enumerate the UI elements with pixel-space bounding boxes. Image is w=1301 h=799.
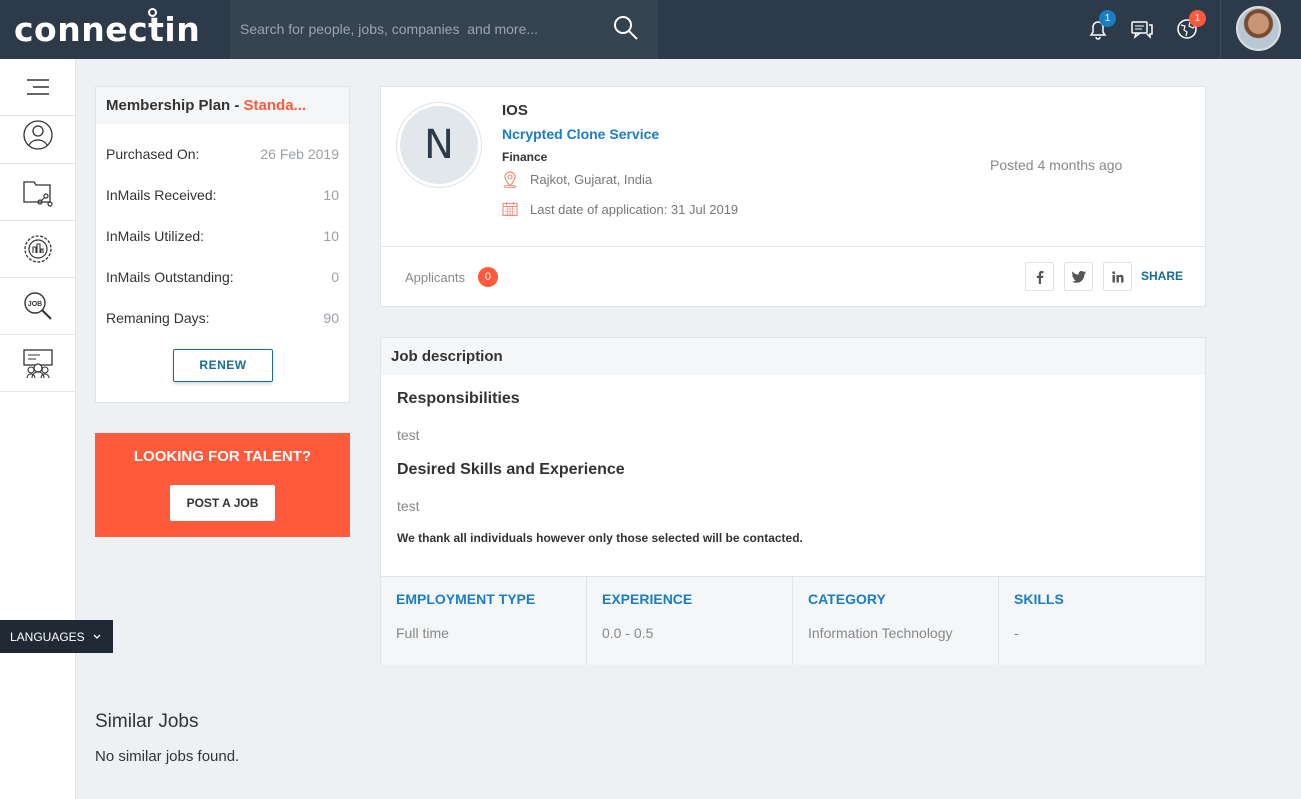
job-search-icon: JOB (23, 292, 52, 320)
membership-label: Membership Plan - (106, 97, 244, 114)
row-key: Remaning Days: (106, 310, 210, 326)
row-value: 10 (323, 228, 339, 244)
company-link[interactable]: Ncrypted Clone Service (502, 126, 659, 142)
membership-plan[interactable]: Standa... (244, 97, 307, 114)
membership-row: Remaning Days: 90 (106, 310, 339, 330)
row-key: Purchased On: (106, 146, 200, 162)
detail-value: Information Technology (808, 625, 953, 641)
search-input[interactable] (240, 16, 600, 42)
top-navbar: connectin 1 1 (0, 0, 1301, 59)
logo-text: connectin (14, 10, 201, 49)
sidebar-item-company[interactable] (0, 221, 75, 278)
talent-title: LOOKING FOR TALENT? (133, 448, 312, 465)
row-key: InMails Utilized: (106, 228, 205, 244)
linkedin-share-button[interactable] (1103, 262, 1132, 291)
logo-dot (148, 8, 157, 17)
chevron-down-icon (93, 634, 101, 639)
job-header-card: N IOS Ncrypted Clone Service Finance Raj… (380, 86, 1206, 307)
membership-row: InMails Received: 10 (106, 187, 339, 207)
detail-category: CATEGORY Information Technology (793, 577, 999, 665)
logo[interactable]: connectin (14, 8, 201, 49)
notifications-badge: 1 (1099, 10, 1116, 27)
talent-card: LOOKING FOR TALENT? POST A JOB (95, 433, 350, 537)
languages-dropdown[interactable]: LANGUAGES (0, 620, 113, 653)
search-bar (230, 0, 658, 59)
profile-icon (22, 120, 53, 150)
svg-text:JOB: JOB (27, 301, 41, 308)
share-button[interactable]: SHARE (1141, 269, 1183, 283)
menu-icon (26, 79, 49, 95)
job-deadline: Last date of application: 31 Jul 2019 (502, 201, 738, 217)
left-sidebar: JOB (0, 59, 76, 799)
skills-text: test (397, 498, 420, 514)
card-divider (381, 246, 1205, 247)
detail-experience: EXPERIENCE 0.0 - 0.5 (587, 577, 793, 665)
job-department: Finance (502, 150, 548, 164)
posted-time: Posted 4 months ago (990, 157, 1123, 173)
company-logo: N (397, 103, 481, 187)
applicants-count-badge: 0 (477, 267, 498, 287)
row-value: 26 Feb 2019 (260, 146, 339, 162)
twitter-icon (1071, 270, 1086, 283)
responsibilities-text: test (397, 427, 420, 443)
languages-label: LANGUAGES (10, 629, 85, 644)
detail-skills: SKILLS - (999, 577, 1205, 665)
detail-heading: SKILLS (1014, 591, 1064, 607)
responsibilities-title: Responsibilities (397, 390, 520, 407)
linkedin-icon (1111, 270, 1123, 282)
membership-card: Membership Plan - Standa... Purchased On… (95, 86, 350, 403)
row-key: InMails Received: (106, 187, 217, 203)
detail-value: 0.0 - 0.5 (602, 625, 654, 641)
deadline-text: Last date of application: 31 Jul 2019 (530, 201, 739, 217)
groups-icon (22, 349, 53, 379)
renew-button[interactable]: RENEW (173, 349, 273, 382)
job-title: IOS (502, 102, 528, 119)
applicants[interactable]: Applicants 0 (405, 267, 498, 287)
chat-icon[interactable] (1130, 17, 1154, 41)
facebook-icon (1036, 270, 1043, 284)
membership-header: Membership Plan - Standa... (96, 87, 349, 124)
row-value: 90 (323, 310, 339, 326)
job-location: Rajkot, Gujarat, India (502, 171, 652, 188)
detail-heading: EMPLOYMENT TYPE (396, 591, 536, 607)
company-icon (23, 235, 52, 263)
applicants-label: Applicants (405, 269, 465, 285)
description-heading: Job description (381, 338, 1205, 375)
row-key: InMails Outstanding: (106, 269, 234, 285)
facebook-share-button[interactable] (1025, 262, 1054, 291)
sidebar-item-network[interactable] (0, 164, 75, 221)
detail-value: - (1014, 625, 1019, 641)
similar-jobs-empty: No similar jobs found. (95, 748, 240, 765)
description-note: We thank all individuals however only th… (397, 531, 803, 545)
network-icon (22, 181, 53, 207)
search-icon[interactable] (612, 14, 640, 42)
membership-row: Purchased On: 26 Feb 2019 (106, 146, 339, 166)
sidebar-item-groups[interactable] (0, 335, 75, 392)
detail-heading: CATEGORY (808, 591, 886, 607)
job-details-grid: EMPLOYMENT TYPE Full time EXPERIENCE 0.0… (381, 576, 1205, 665)
location-pin-icon (503, 171, 517, 188)
globe-badge: 1 (1189, 10, 1206, 27)
avatar[interactable] (1236, 6, 1281, 51)
sidebar-item-jobs[interactable]: JOB (0, 278, 75, 335)
detail-heading: EXPERIENCE (602, 591, 693, 607)
row-value: 0 (331, 269, 339, 285)
post-job-button[interactable]: POST A JOB (170, 485, 275, 521)
twitter-share-button[interactable] (1064, 262, 1093, 291)
job-description-card: Job description Responsibilities test De… (380, 337, 1206, 665)
sidebar-item-profile[interactable] (0, 107, 75, 164)
location-text: Rajkot, Gujarat, India (530, 172, 653, 187)
membership-row: InMails Utilized: 10 (106, 228, 339, 248)
topbar-divider (1220, 0, 1221, 59)
skills-title: Desired Skills and Experience (397, 461, 625, 478)
row-value: 10 (323, 187, 339, 203)
detail-employment-type: EMPLOYMENT TYPE Full time (381, 577, 587, 665)
detail-value: Full time (396, 625, 449, 641)
similar-jobs-title: Similar Jobs (95, 711, 199, 732)
calendar-icon (502, 202, 518, 217)
membership-row: InMails Outstanding: 0 (106, 269, 339, 289)
